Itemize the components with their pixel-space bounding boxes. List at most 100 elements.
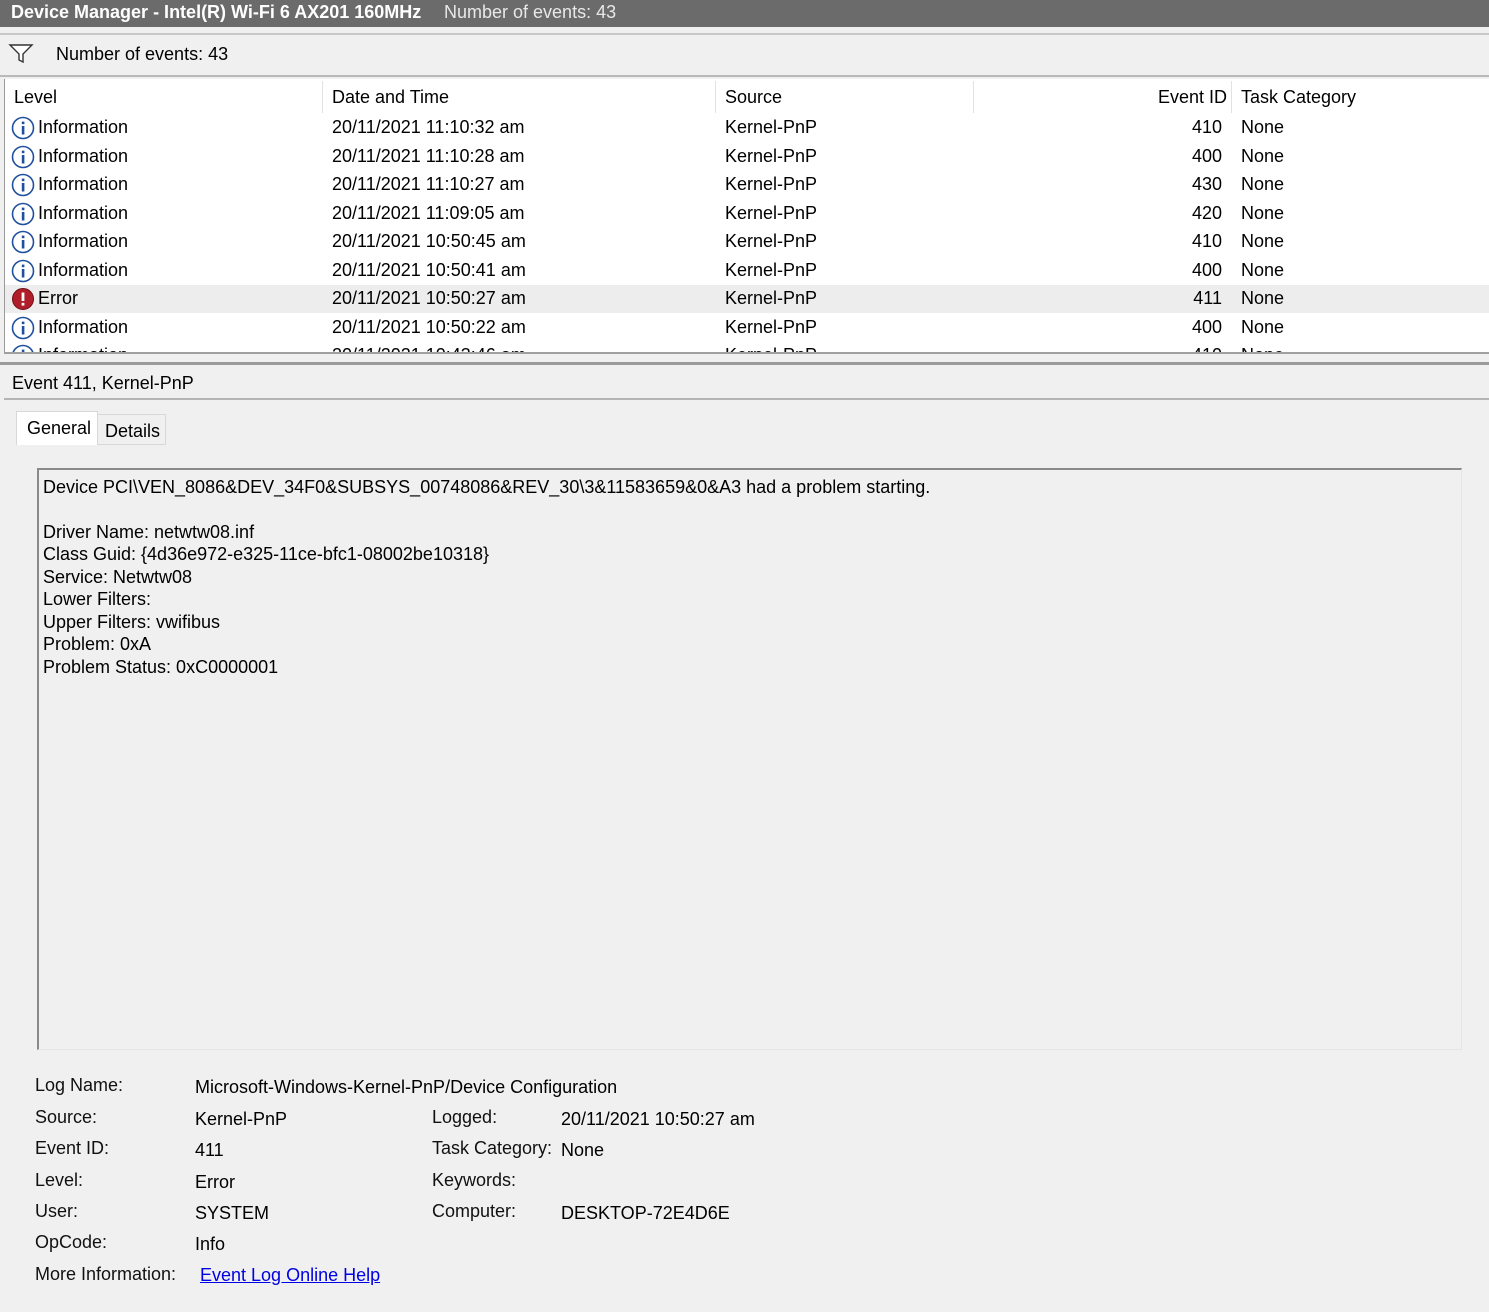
information-icon [11,259,35,282]
table-row[interactable]: Information 20/11/2021 10:50:45 am Kernel-… [5,228,1489,256]
user-value: SYSTEM [195,1203,270,1223]
computer-label: Computer: [432,1201,517,1221]
window-titlebar: Device Manager - Intel(R) Wi-Fi 6 AX201 … [0,0,1489,27]
cell-source: Kernel-PnP [725,345,817,352]
table-row[interactable]: Information 20/11/2021 11:09:05 am Kernel-… [5,200,1489,228]
filter-icon[interactable] [8,41,34,65]
description-line: Problem Status: 0xC0000001 [43,657,279,677]
column-header-event-id[interactable]: Event ID [1158,87,1227,108]
source-label: Source: [35,1107,98,1127]
cell-task: None [1241,202,1285,223]
titlebar-event-count: Number of events: 43 [444,2,617,22]
cell-event-id: 420 [1191,202,1222,223]
information-icon [11,173,35,197]
error-icon [12,288,34,310]
grid-header: Level Date and Time Source Event ID Task… [5,79,1489,115]
cell-level: Information [38,117,129,137]
cell-task: None [1241,117,1285,137]
cell-datetime: 20/11/2021 11:09:05 am [332,202,525,223]
table-row[interactable]: Information 20/11/2021 10:50:41 am Kernel-… [5,257,1489,285]
events-grid: Level Date and Time Source Event ID Task… [4,79,1489,354]
cell-datetime: 20/11/2021 10:50:41 am [332,259,526,280]
window-title: Device Manager - Intel(R) Wi-Fi 6 AX201 … [11,2,422,22]
description-line: Upper Filters: vwifibus [43,612,221,632]
event-id-label: Event ID: [35,1138,110,1158]
cell-source: Kernel-PnP [725,259,818,280]
event-detail-title: Event 411, Kernel-PnP [12,373,194,393]
tab-general[interactable]: General [16,411,98,445]
cell-datetime: 20/11/2021 11:10:28 am [332,145,525,166]
column-header-source[interactable]: Source [725,87,782,108]
opcode-label: OpCode: [35,1232,108,1252]
cell-source: Kernel-PnP [725,316,818,337]
table-row[interactable]: Information 20/11/2021 10:43:46 am Kernel-… [5,342,1489,352]
cell-datetime: 20/11/2021 11:10:27 am [332,174,525,194]
table-row[interactable]: Information 20/11/2021 10:50:22 am Kernel-… [5,314,1489,342]
cell-source: Kernel-PnP [725,231,818,251]
level-label: Level: [35,1170,84,1190]
cell-event-id: 430 [1191,174,1222,194]
cell-datetime: 20/11/2021 10:43:46 am [332,345,526,352]
column-header-level[interactable]: Level [14,87,57,108]
column-separator[interactable] [973,81,974,113]
cell-event-id: 410 [1192,345,1222,352]
information-icon [11,230,35,254]
cell-event-id: 400 [1191,259,1222,280]
table-row[interactable]: Error 20/11/2021 10:50:27 am Kernel-PnP 411… [5,285,1489,313]
tab-details-label: Details [105,421,161,441]
task-category-value: None [561,1140,605,1160]
description-line: Device PCI\VEN_8086&DEV_34F0&SUBSYS_0074… [43,477,931,497]
cell-level: Information [38,174,129,194]
cell-event-id: 400 [1191,145,1222,166]
tab-general-label: General [27,418,92,438]
cell-event-id: 411 [1193,288,1222,308]
cell-datetime: 20/11/2021 10:50:45 am [332,231,526,251]
cell-datetime: 20/11/2021 11:10:32 am [332,117,525,137]
description-line: Lower Filters: [43,589,152,609]
logged-label: Logged: [432,1107,498,1127]
keywords-label: Keywords: [432,1170,517,1190]
cell-level: Information [38,145,129,166]
log-name-value: Microsoft-Windows-Kernel-PnP/Device Conf… [195,1077,618,1097]
logged-value: 20/11/2021 10:50:27 am [561,1109,755,1129]
cell-level: Information [38,231,129,251]
column-separator[interactable] [715,81,716,113]
cell-task: None [1241,145,1285,166]
cell-task: None [1241,316,1285,337]
opcode-value: Info [195,1234,226,1254]
more-information-label: More Information: [35,1264,177,1284]
column-separator[interactable] [322,81,323,113]
log-name-label: Log Name: [35,1075,124,1095]
description-line: Service: Netwtw08 [43,567,193,587]
information-icon [11,202,35,225]
cell-datetime: 20/11/2021 10:50:22 am [332,316,526,337]
cell-event-id: 410 [1191,117,1222,137]
table-row[interactable]: Information 20/11/2021 11:10:27 am Kernel-… [5,171,1489,199]
level-value: Error [195,1172,235,1192]
column-header-task-category[interactable]: Task Category [1241,87,1356,108]
table-row[interactable]: Information 20/11/2021 11:10:32 am Kernel-… [5,114,1489,142]
cell-source: Kernel-PnP [725,174,818,194]
filter-event-count: Number of events: 43 [56,44,229,64]
cell-source: Kernel-PnP [725,145,818,166]
event-log-online-help-link[interactable]: Event Log Online Help [200,1265,380,1286]
computer-value: DESKTOP-72E4D6E [561,1203,730,1223]
cell-level: Information [38,259,129,280]
cell-task: None [1241,231,1285,251]
cell-task: None [1241,259,1285,280]
cell-task: None [1241,288,1285,308]
pane-splitter[interactable] [0,362,1489,365]
table-row[interactable]: Information 20/11/2021 11:10:28 am Kernel-… [5,143,1489,171]
tab-details[interactable]: Details [98,414,166,445]
cell-level: Information [38,202,129,223]
column-header-date-time[interactable]: Date and Time [332,87,449,108]
user-label: User: [35,1201,79,1221]
event-description-box[interactable]: Device PCI\VEN_8086&DEV_34F0&SUBSYS_0074… [37,468,1462,1050]
information-icon [11,145,35,168]
description-line: Problem: 0xA [43,634,152,654]
cell-task: None [1241,345,1284,352]
cell-source: Kernel-PnP [725,202,818,223]
column-separator[interactable] [1231,81,1232,113]
cell-datetime: 20/11/2021 10:50:27 am [332,288,526,308]
divider [4,398,1489,400]
